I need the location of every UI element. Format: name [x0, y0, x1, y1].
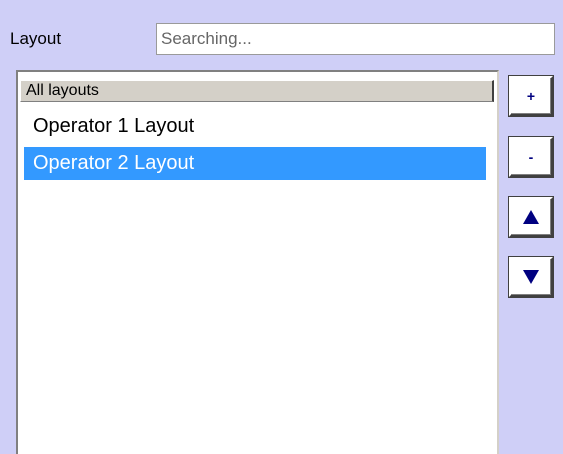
move-down-button[interactable]	[509, 257, 553, 297]
list-item-operator-2-layout[interactable]: Operator 2 Layout	[24, 147, 486, 180]
move-up-button[interactable]	[509, 197, 553, 237]
triangle-down-icon	[523, 270, 539, 284]
remove-button-label: -	[528, 149, 534, 165]
triangle-up-icon	[523, 210, 539, 224]
add-button-label: +	[526, 88, 536, 104]
remove-layout-button[interactable]: -	[509, 137, 553, 177]
layout-label: Layout	[10, 29, 62, 48]
add-layout-button[interactable]: +	[509, 76, 553, 116]
layouts-list[interactable]: All layouts Operator 1 Layout Operator 2…	[16, 70, 499, 454]
all-layouts-column-header[interactable]: All layouts	[20, 80, 494, 102]
layout-search-input[interactable]	[156, 23, 555, 55]
list-item-operator-1-layout[interactable]: Operator 1 Layout	[24, 110, 486, 143]
